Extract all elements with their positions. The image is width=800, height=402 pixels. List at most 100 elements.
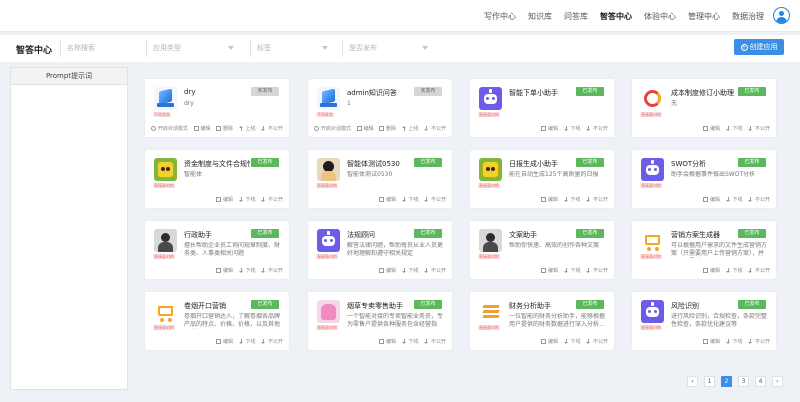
app-card[interactable]: 直接面对的 风险识别 已发布 进行风险识别，合规检查，条款完整性检查，条款优化建议等编… <box>631 291 777 351</box>
edit-action[interactable]: 编辑 <box>541 196 558 203</box>
chat-mode-action[interactable]: 开启对话模式 <box>314 125 351 132</box>
private-action[interactable]: 不公开 <box>424 267 446 274</box>
edit-action[interactable]: 编辑 <box>193 125 210 132</box>
page-button[interactable]: 1 <box>704 376 715 387</box>
app-card[interactable]: 直接面对的 智能体测试0530 已发布 智能体测试0530 编辑 下线 不公开 <box>307 149 453 209</box>
nav-item[interactable]: 智答中心 <box>600 11 632 22</box>
unpublish-action[interactable]: 下线 <box>401 196 418 203</box>
edit-action[interactable]: 编辑 <box>541 125 558 132</box>
edit-action[interactable]: 编辑 <box>216 196 233 203</box>
edit-action[interactable]: 编辑 <box>379 196 396 203</box>
unpublish-action[interactable]: 下线 <box>563 125 580 132</box>
edit-action[interactable]: 编辑 <box>703 338 720 345</box>
edit-action[interactable]: 编辑 <box>703 196 720 203</box>
app-card[interactable]: 直接面对的 行政助手 已发布 擅长帮助企业员工询问规章制度、财务类、人事类相关问题 编辑… <box>144 220 290 280</box>
unpublish-action[interactable]: 下线 <box>725 267 742 274</box>
app-card[interactable]: 直接面对的 成本制度修订小助理 已发布无编辑 下线 不公开 <box>631 78 777 138</box>
private-action[interactable]: 不公开 <box>261 125 283 132</box>
publish-status-select[interactable]: 是否发布 <box>342 40 432 57</box>
app-card[interactable]: 不同状态 dry 未发布 dry 开启对话模式 编辑 删除 上线 不公开 <box>144 78 290 138</box>
app-type-select[interactable]: 应用类型 <box>146 40 238 57</box>
app-description: 助手会根据事件做出SWOT分析 <box>671 171 756 178</box>
nav-item[interactable]: 写作中心 <box>484 11 516 22</box>
app-card[interactable]: 直接面对的 智能下单小助手 已发布 编辑 下线 不公开 <box>469 78 615 138</box>
private-action[interactable]: 不公开 <box>748 125 770 132</box>
chat-mode-action[interactable]: 开启对话模式 <box>151 125 188 132</box>
private-action[interactable]: 不公开 <box>586 338 608 345</box>
app-name: 文案助手 <box>509 231 537 239</box>
private-action[interactable]: 不公开 <box>424 338 446 345</box>
app-name: 烟草专卖零售助手 <box>347 302 403 310</box>
unpublish-action[interactable]: 下线 <box>725 338 742 345</box>
nav-item[interactable]: 问答库 <box>564 11 588 22</box>
app-card[interactable]: 直接面对的 SWOT分析 已发布 助手会根据事件做出SWOT分析 编辑 下线 不公开 <box>631 149 777 209</box>
app-card[interactable]: 直接面对的 文案助手 已发布 帮助你快速、高效的创作各种文案 编辑 下线 不公开 <box>469 220 615 280</box>
tag-select[interactable]: 标签 <box>250 40 332 57</box>
edit-action[interactable]: 编辑 <box>541 338 558 345</box>
page-button[interactable]: 2 <box>721 376 732 387</box>
unpublish-action[interactable]: 下线 <box>725 196 743 203</box>
app-card[interactable]: 直接面对的 营销方案生成器 已发布 可以根据用户需求的文件生成营销方案（只需要用户上传… <box>631 220 777 280</box>
page-button[interactable]: 4 <box>755 376 766 387</box>
nav-item[interactable]: 知识库 <box>528 11 552 22</box>
publish-action[interactable]: 上线 <box>238 125 255 132</box>
unpublish-action[interactable]: 下线 <box>401 338 418 345</box>
action-label: 下线 <box>570 197 581 203</box>
app-thumbnail <box>317 300 340 323</box>
nav-item[interactable]: 体验中心 <box>644 11 676 22</box>
app-card[interactable]: 直接面对的 财务分析助手 已发布 一位智能的财务分析助手，能够根据用户提供的财务数据进… <box>469 291 615 351</box>
edit-action[interactable]: 编辑 <box>356 125 373 132</box>
unpublish-action[interactable]: 下线 <box>563 267 580 274</box>
nav-item[interactable]: 管理中心 <box>688 11 720 22</box>
edit-action[interactable]: 编辑 <box>216 267 233 274</box>
app-card[interactable]: 直接面对的 日报生成小助手 已发布 能在自动生成125个高质量的日报 编辑 下线 不公开 <box>469 149 615 209</box>
private-action[interactable]: 不公开 <box>748 338 770 345</box>
delete-action[interactable]: 删除 <box>216 125 233 132</box>
unpublish-action[interactable]: 下线 <box>238 267 255 274</box>
unpublish-action[interactable]: 下线 <box>725 125 742 132</box>
app-card[interactable]: 直接面对的 法规顾问 已发布 解答法律问题，帮助每员从业人员更好地理解和遵守相关规定编… <box>307 220 453 280</box>
private-action[interactable]: 不公开 <box>261 267 283 274</box>
private-action[interactable]: 不公开 <box>424 125 446 132</box>
unpublish-action[interactable]: 下线 <box>401 267 418 274</box>
page-button[interactable]: 3 <box>738 376 749 387</box>
action-label: 下线 <box>732 197 743 203</box>
private-action[interactable]: 不公开 <box>748 267 770 274</box>
card-actions: 编辑 下线 不公开 <box>210 338 283 345</box>
action-label: 不公开 <box>430 268 446 274</box>
private-action[interactable]: 不公开 <box>748 196 770 203</box>
unpublish-action[interactable]: 下线 <box>563 338 580 345</box>
user-avatar-icon[interactable] <box>773 7 790 24</box>
edit-action[interactable]: 编辑 <box>541 267 558 274</box>
action-label: 编辑 <box>709 197 720 203</box>
edit-action[interactable]: 编辑 <box>216 338 233 345</box>
private-action[interactable]: 不公开 <box>424 196 446 203</box>
app-card[interactable]: 不同状态 admin知识问答 未发布 1 开启对话模式 编辑 删除 上线 不公开 <box>307 78 453 138</box>
edit-action[interactable]: 编辑 <box>703 125 720 132</box>
app-card[interactable]: 直接面对的 卷烟开口营销 已发布 卷烟开口营销达人，了解卷烟各品牌产品的特点、价格、价… <box>144 291 290 351</box>
unpublish-action[interactable]: 下线 <box>563 196 581 203</box>
private-action[interactable]: 不公开 <box>586 267 608 274</box>
next-page-button[interactable]: › <box>772 376 783 387</box>
action-label: 不公开 <box>267 339 283 345</box>
prev-page-button[interactable]: ‹ <box>687 376 698 387</box>
prompt-tab-button[interactable]: Prompt提示词 <box>11 68 127 85</box>
app-name: 行政助手 <box>184 231 212 239</box>
edit-action[interactable]: 编辑 <box>703 267 720 274</box>
edit-action[interactable]: 编辑 <box>379 338 396 345</box>
publish-action[interactable]: 上线 <box>401 125 418 132</box>
app-name: 智能体测试0530 <box>347 160 400 168</box>
private-action[interactable]: 不公开 <box>261 338 283 345</box>
private-action[interactable]: 不公开 <box>586 196 608 203</box>
app-card[interactable]: 直接面对的 资金制度与文件合规性审查已发布智能体编辑 下线 不公开 <box>144 149 290 209</box>
unpublish-action[interactable]: 下线 <box>238 338 255 345</box>
unpublish-action[interactable]: 下线 <box>238 196 255 203</box>
search-input[interactable]: 名称搜索 <box>60 40 142 57</box>
private-action[interactable]: 不公开 <box>261 196 283 203</box>
create-app-button[interactable]: + 创建应用 <box>734 39 784 55</box>
app-card[interactable]: 直接面对的 烟草专卖零售助手 已发布 一个智能对接的专卖智能业务员，专为零售户提供各种… <box>307 291 453 351</box>
edit-action[interactable]: 编辑 <box>379 267 396 274</box>
delete-action[interactable]: 删除 <box>379 125 396 132</box>
nav-item[interactable]: 数据治理 <box>732 11 764 22</box>
private-action[interactable]: 不公开 <box>586 125 608 132</box>
